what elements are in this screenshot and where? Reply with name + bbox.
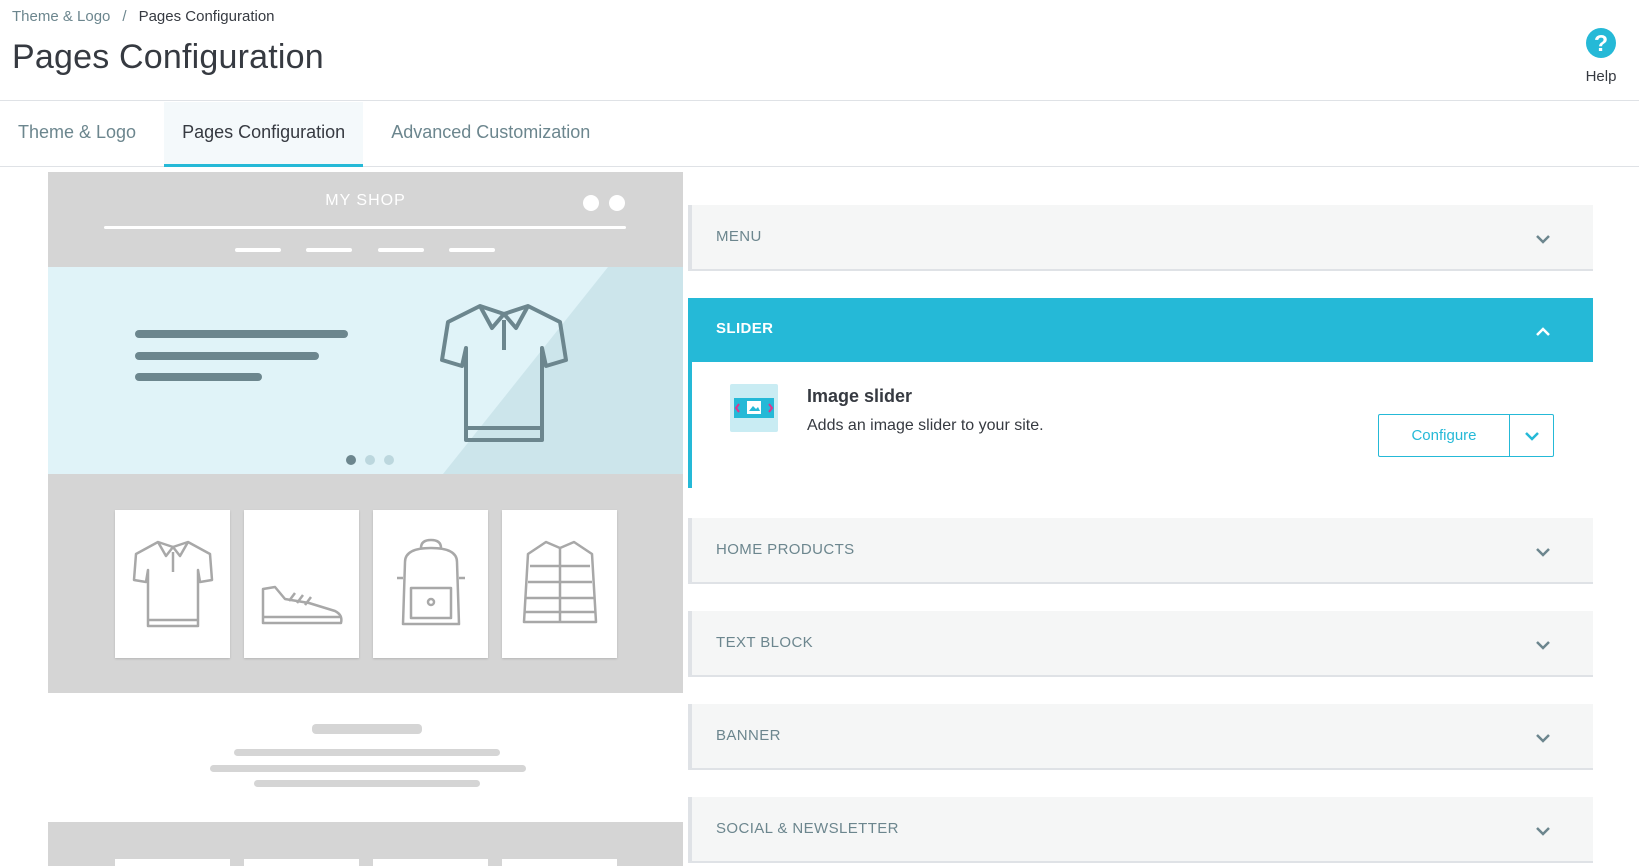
module-description: Adds an image slider to your site. — [807, 417, 1044, 434]
image-slider-module-icon — [730, 384, 778, 432]
panel-banner[interactable]: BANNER — [688, 704, 1593, 770]
preview-divider — [104, 226, 626, 229]
preview-product-card — [373, 859, 488, 866]
preview-slider-dot — [346, 455, 356, 465]
help-button[interactable]: ? Help — [1581, 28, 1621, 85]
panel-slider: SLIDER Image slider Adds an image slider… — [688, 298, 1593, 488]
preview-text-line — [312, 724, 422, 734]
chevron-up-icon — [1536, 327, 1550, 336]
preview-dot — [583, 195, 599, 211]
polo-shirt-icon — [440, 304, 568, 442]
breadcrumb-separator: / — [122, 8, 127, 25]
tab-theme-logo[interactable]: Theme & Logo — [0, 102, 154, 167]
breadcrumb-link-theme-logo[interactable]: Theme & Logo — [12, 8, 110, 25]
preview-slider-dot — [384, 455, 394, 465]
preview-slider-background — [443, 267, 683, 474]
preview-product-card — [244, 859, 359, 866]
panel-social-newsletter-label: SOCIAL & NEWSLETTER — [716, 820, 899, 837]
preview-product-card — [373, 510, 488, 658]
preview-nav-item — [449, 248, 495, 252]
preview-slider-dot — [365, 455, 375, 465]
preview-product-card — [502, 510, 617, 658]
preview-products — [48, 474, 683, 693]
preview-nav-item — [378, 248, 424, 252]
chevron-down-icon — [1536, 235, 1550, 244]
tab-pages-configuration[interactable]: Pages Configuration — [164, 102, 364, 167]
chevron-down-icon — [1525, 432, 1539, 441]
preview-slider — [48, 267, 683, 474]
module-name: Image slider — [807, 386, 913, 406]
page-preview-illustration: MY SHOP — [48, 172, 683, 866]
preview-header: MY SHOP — [48, 172, 683, 267]
preview-product-card — [115, 859, 230, 866]
preview-text-line — [210, 765, 526, 772]
configure-dropdown-button[interactable] — [1509, 414, 1554, 457]
panel-banner-label: BANNER — [716, 727, 781, 744]
panel-menu[interactable]: MENU — [688, 205, 1593, 271]
jacket-icon — [522, 540, 597, 624]
tab-bar: Theme & Logo Pages Configuration Advance… — [0, 102, 1639, 167]
question-circle-icon: ? — [1586, 28, 1616, 58]
panel-slider-body: Image slider Adds an image slider to you… — [692, 362, 1593, 488]
image-slider-icon — [734, 398, 774, 418]
panel-home-products[interactable]: HOME PRODUCTS — [688, 518, 1593, 584]
preview-text-line — [234, 749, 500, 756]
tab-advanced-customization[interactable]: Advanced Customization — [373, 102, 608, 167]
breadcrumb: Theme & Logo / Pages Configuration — [12, 8, 275, 25]
chevron-down-icon — [1536, 641, 1550, 650]
panel-home-products-label: HOME PRODUCTS — [716, 541, 855, 558]
page-title: Pages Configuration — [12, 38, 324, 76]
preview-text-line — [135, 373, 262, 381]
panel-menu-label: MENU — [716, 228, 762, 245]
panel-text-block-label: TEXT BLOCK — [716, 634, 814, 651]
preview-product-card — [502, 859, 617, 866]
chevron-down-icon — [1536, 548, 1550, 557]
backpack-icon — [396, 538, 465, 626]
panel-slider-header[interactable]: SLIDER — [692, 298, 1593, 362]
preview-footer — [48, 822, 683, 866]
preview-text-line — [135, 330, 348, 338]
chevron-down-icon — [1536, 827, 1550, 836]
preview-nav-item — [306, 248, 352, 252]
tshirt-icon — [132, 540, 213, 628]
preview-product-card — [244, 510, 359, 658]
preview-text-line — [254, 780, 480, 787]
help-label: Help — [1585, 68, 1617, 85]
panel-text-block[interactable]: TEXT BLOCK — [688, 611, 1593, 677]
sneaker-icon — [261, 585, 343, 625]
configure-button[interactable]: Configure — [1378, 414, 1510, 457]
preview-text-line — [135, 352, 319, 360]
preview-product-card — [115, 510, 230, 658]
panel-slider-label: SLIDER — [716, 320, 774, 337]
chevron-down-icon — [1536, 734, 1550, 743]
preview-dot — [609, 195, 625, 211]
page-header: Theme & Logo / Pages Configuration Pages… — [0, 0, 1639, 101]
breadcrumb-current: Pages Configuration — [138, 8, 275, 25]
panel-social-newsletter[interactable]: SOCIAL & NEWSLETTER — [688, 797, 1593, 863]
preview-nav-item — [235, 248, 281, 252]
